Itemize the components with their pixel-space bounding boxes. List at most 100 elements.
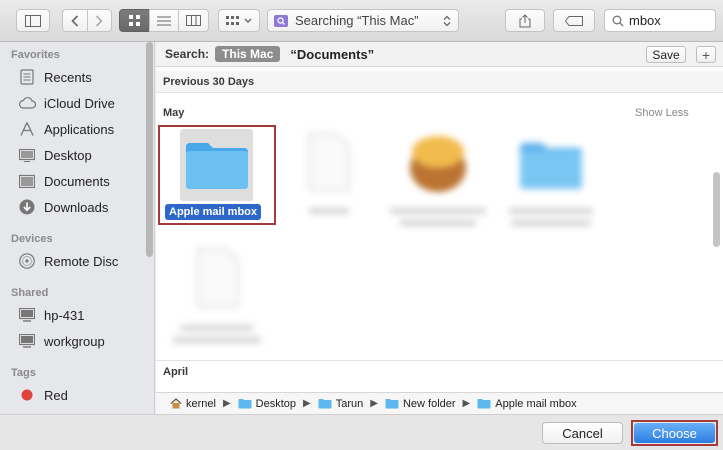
search-icon bbox=[612, 15, 624, 27]
folder-icon bbox=[186, 143, 248, 189]
arrange-menu-button[interactable] bbox=[218, 9, 260, 32]
applications-icon bbox=[20, 122, 34, 136]
add-criteria-button[interactable]: + bbox=[696, 46, 716, 63]
group-april-heading: April bbox=[163, 366, 189, 378]
blurred-document-icon[interactable] bbox=[303, 132, 353, 192]
sidebar: Favorites Recents iCloud Drive Applicati… bbox=[0, 42, 155, 414]
path-crumb-tarun[interactable]: Tarun bbox=[318, 398, 363, 410]
chevron-right-icon bbox=[96, 14, 103, 27]
sidebar-item-workgroup[interactable]: workgroup bbox=[18, 330, 105, 352]
path-crumb-kernel[interactable]: kernel bbox=[170, 398, 216, 410]
path-crumb-apple-mail-mbox[interactable]: Apple mail mbox bbox=[477, 398, 577, 410]
red-tag-icon bbox=[21, 389, 33, 401]
desktop-icon bbox=[19, 148, 35, 162]
tags-button[interactable] bbox=[553, 9, 595, 32]
scope-this-mac[interactable]: This Mac bbox=[215, 46, 281, 62]
computer-icon bbox=[19, 308, 35, 322]
forward-button[interactable] bbox=[87, 14, 111, 27]
show-less-link[interactable]: Show Less bbox=[635, 107, 689, 119]
sidebar-item-recents[interactable]: Recents bbox=[18, 66, 92, 88]
dialog-footer: Cancel Choose bbox=[0, 414, 723, 450]
chevron-right-icon: ▶ bbox=[222, 398, 231, 409]
chevron-down-icon bbox=[244, 18, 252, 23]
scope-documents[interactable]: “Documents” bbox=[290, 47, 374, 62]
cloud-icon bbox=[18, 97, 36, 109]
sidebar-item-icloud-drive[interactable]: iCloud Drive bbox=[18, 92, 115, 114]
chevron-left-icon bbox=[71, 14, 78, 27]
location-popup[interactable]: Searching “This Mac” bbox=[267, 9, 459, 32]
sidebar-heading-favorites: Favorites bbox=[11, 49, 60, 61]
sidebar-icon bbox=[25, 14, 41, 27]
chevron-right-icon: ▶ bbox=[370, 398, 378, 409]
folder-icon bbox=[238, 399, 252, 409]
share-button[interactable] bbox=[505, 9, 545, 32]
recents-icon bbox=[20, 69, 34, 85]
icon-view-button[interactable] bbox=[119, 9, 150, 32]
sidebar-item-label: iCloud Drive bbox=[44, 95, 115, 111]
sidebar-item-desktop[interactable]: Desktop bbox=[18, 144, 92, 166]
results-area: Search: This Mac “Documents” Save + Prev… bbox=[156, 42, 723, 414]
path-crumb-new-folder[interactable]: New folder bbox=[385, 398, 456, 410]
folder-icon bbox=[477, 399, 491, 409]
choose-button-highlight: Choose bbox=[631, 420, 718, 446]
chevron-right-icon: ▶ bbox=[303, 398, 311, 409]
location-title: Searching “This Mac” bbox=[295, 13, 419, 28]
sidebar-item-label: Applications bbox=[44, 121, 115, 137]
blurred-folder-icon[interactable] bbox=[518, 139, 584, 191]
sidebar-heading-tags: Tags bbox=[11, 367, 36, 379]
sidebar-item-label: Downloads bbox=[44, 199, 109, 215]
selected-item-label[interactable]: Apple mail mbox bbox=[165, 204, 262, 220]
blurred-text-lines bbox=[390, 208, 486, 226]
sidebar-item-label: Red bbox=[44, 387, 68, 403]
sidebar-heading-devices: Devices bbox=[11, 233, 53, 245]
sidebar-item-label: hp-431 bbox=[44, 307, 85, 323]
path-crumb-desktop[interactable]: Desktop bbox=[238, 398, 296, 410]
chevron-right-icon: ▶ bbox=[462, 398, 471, 409]
downloads-icon bbox=[19, 199, 35, 215]
folder-icon bbox=[385, 399, 399, 409]
blurred-text-lines bbox=[173, 325, 261, 343]
blurred-document-icon[interactable] bbox=[192, 247, 242, 309]
group-divider bbox=[156, 360, 723, 361]
blurred-text-lines bbox=[309, 208, 349, 214]
search-value: mbox bbox=[629, 13, 661, 28]
back-button[interactable] bbox=[63, 14, 87, 27]
column-view-button[interactable] bbox=[178, 9, 209, 32]
tag-icon bbox=[565, 15, 583, 26]
sidebar-toggle-button[interactable] bbox=[16, 9, 50, 32]
list-view-button[interactable] bbox=[149, 9, 179, 32]
sidebar-item-applications[interactable]: Applications bbox=[18, 118, 114, 140]
blurred-app-icon[interactable] bbox=[406, 130, 470, 194]
sidebar-item-label: workgroup bbox=[44, 333, 105, 349]
sidebar-item-label: Recents bbox=[44, 69, 92, 85]
arrange-icon bbox=[226, 15, 239, 25]
toolbar: Searching “This Mac” mbox bbox=[0, 0, 723, 42]
sidebar-item-label: Remote Disc bbox=[44, 253, 119, 269]
sidebar-scrollbar[interactable] bbox=[146, 42, 153, 257]
grid-icon bbox=[129, 15, 140, 26]
cancel-button[interactable]: Cancel bbox=[542, 422, 623, 444]
sidebar-item-label: Desktop bbox=[44, 147, 92, 163]
sidebar-item-downloads[interactable]: Downloads bbox=[18, 196, 108, 218]
back-forward-buttons bbox=[62, 9, 112, 32]
updown-arrows-icon bbox=[443, 15, 451, 26]
computer-icon bbox=[19, 334, 35, 348]
search-scope-bar: Search: This Mac “Documents” Save + bbox=[156, 42, 723, 67]
share-icon bbox=[519, 13, 531, 27]
search-folder-icon bbox=[274, 14, 288, 27]
save-search-button[interactable]: Save bbox=[646, 46, 686, 63]
sidebar-item-tag-red[interactable]: Red bbox=[18, 384, 68, 406]
sidebar-item-documents[interactable]: Documents bbox=[18, 170, 110, 192]
documents-icon bbox=[19, 174, 35, 188]
section-previous-30-days: Previous 30 Days bbox=[156, 71, 723, 93]
sidebar-item-remote-disc[interactable]: Remote Disc bbox=[18, 250, 118, 272]
columns-icon bbox=[186, 15, 201, 26]
folder-icon bbox=[318, 399, 332, 409]
results-scrollbar[interactable] bbox=[713, 172, 720, 247]
sidebar-heading-shared: Shared bbox=[11, 287, 49, 299]
choose-button[interactable]: Choose bbox=[634, 423, 715, 443]
sidebar-item-hp-431[interactable]: hp-431 bbox=[18, 304, 84, 326]
search-scope-label: Search: bbox=[165, 47, 210, 61]
search-input[interactable]: mbox bbox=[604, 9, 716, 32]
sidebar-item-label: Documents bbox=[44, 173, 110, 189]
